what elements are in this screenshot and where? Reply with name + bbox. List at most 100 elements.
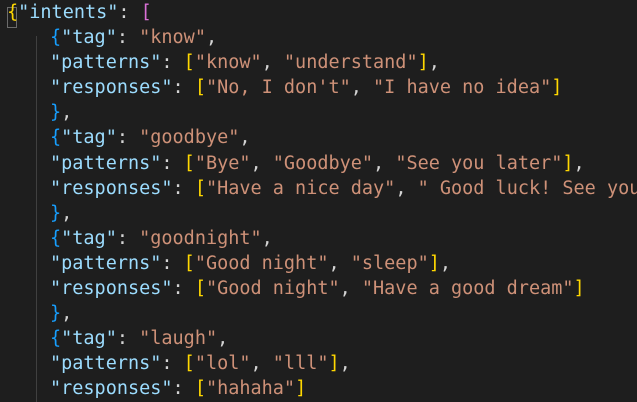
code-token: : (161, 353, 184, 375)
code-token: : (116, 227, 140, 249)
code-token: ] (417, 52, 429, 74)
code-line[interactable]: "responses": ["Have a nice day", " Good … (0, 176, 637, 201)
code-token: : (172, 278, 195, 300)
code-token: : (116, 127, 140, 149)
code-line[interactable]: "patterns": ["Good night", "sleep"], (0, 251, 637, 276)
code-line-text: "patterns": ["know", "understand"], (50, 50, 440, 75)
code-line[interactable]: {"tag": "goodbye", (0, 125, 637, 150)
code-token: "tag" (61, 27, 117, 49)
code-token: ] (551, 77, 563, 99)
code-token: : (116, 27, 140, 49)
code-token: : (116, 328, 140, 350)
code-token: "goodnight" (139, 227, 262, 249)
code-line[interactable]: {"tag": "laugh", (0, 326, 637, 351)
code-token: { (50, 127, 62, 149)
code-token: , (61, 102, 73, 124)
code-line-text: }, (50, 100, 72, 125)
code-line[interactable]: "patterns": ["know", "understand"], (0, 50, 637, 75)
code-token: "understand" (283, 52, 418, 74)
code-lines: {"intents": [{"tag": "know", "patterns": … (0, 0, 637, 402)
code-token: "lol" (194, 353, 251, 375)
code-token: "tag" (61, 127, 117, 149)
code-token: [ (183, 152, 195, 174)
code-token: , (239, 127, 251, 149)
code-line-text: "responses": ["hahaha"] (50, 376, 306, 401)
code-token: "laugh" (139, 328, 218, 350)
code-token: [ (194, 177, 206, 199)
code-token: [ (194, 278, 206, 300)
code-token: "responses" (50, 77, 173, 99)
code-token: } (50, 202, 62, 224)
code-token: "tag" (61, 328, 117, 350)
code-token: "tag" (61, 227, 117, 249)
code-token: "Goodbye" (272, 152, 374, 174)
code-token: , (373, 152, 396, 174)
code-token: : (118, 2, 141, 23)
code-line[interactable]: {"intents": [ (0, 0, 637, 25)
code-line-text: "responses": ["Have a nice day", " Good … (50, 176, 637, 201)
code-token: } (50, 102, 62, 124)
code-token: , (250, 353, 273, 375)
code-token: [ (194, 77, 206, 99)
code-line-text: {"tag": "know", (50, 25, 217, 50)
code-token: , (261, 227, 273, 249)
code-token: , (339, 353, 351, 375)
code-token: "patterns" (50, 252, 162, 274)
code-token: { (50, 27, 62, 49)
code-token: , (573, 152, 585, 174)
code-token: { (7, 2, 19, 23)
code-line[interactable]: "patterns": ["lol", "lll"], (0, 351, 637, 376)
code-token: , (339, 278, 362, 300)
code-token: [ (140, 2, 152, 23)
code-line[interactable]: }, (0, 201, 637, 226)
code-token: "responses" (50, 278, 173, 300)
code-token: , (261, 52, 284, 74)
code-token: [ (183, 252, 195, 274)
code-token: } (50, 303, 62, 325)
code-line-text: }, (50, 201, 72, 226)
code-token: , (350, 77, 374, 99)
code-token: "Good night" (194, 252, 329, 274)
code-token: [ (183, 52, 195, 74)
code-token: "No, I don't" (205, 77, 351, 99)
code-token: "Have a good dream" (361, 278, 574, 300)
code-token: : (161, 52, 184, 74)
code-line-text: {"tag": "laugh", (50, 326, 228, 351)
code-token: , (61, 303, 73, 325)
code-token: "Good night" (205, 278, 340, 300)
code-token: : (172, 378, 195, 400)
code-token: "patterns" (50, 152, 162, 174)
code-token: ] (562, 152, 574, 174)
code-token: "patterns" (50, 52, 162, 74)
code-line[interactable]: {"tag": "goodnight", (0, 226, 637, 251)
code-token: ] (328, 353, 340, 375)
code-token: " Good luck! See you!" (417, 177, 637, 199)
code-line-text: "patterns": ["Good night", "sleep"], (50, 251, 451, 276)
code-token: : (161, 152, 184, 174)
code-line[interactable]: "responses": ["No, I don't", "I have no … (0, 75, 637, 100)
code-token: [ (194, 378, 206, 400)
code-line[interactable]: "responses": ["Good night", "Have a good… (0, 276, 637, 301)
code-line[interactable]: "responses": ["hahaha"] (0, 376, 637, 401)
code-token: "responses" (50, 177, 173, 199)
code-line-text: "responses": ["No, I don't", "I have no … (50, 75, 562, 100)
code-line-text: "responses": ["Good night", "Have a good… (50, 276, 585, 301)
code-token: "hahaha" (205, 378, 296, 400)
code-line[interactable]: "patterns": ["Bye", "Goodbye", "See you … (0, 151, 637, 176)
code-token: "responses" (50, 378, 173, 400)
code-line[interactable]: {"tag": "know", (0, 25, 637, 50)
code-token: "Have a nice day" (205, 177, 396, 199)
code-token: : (172, 77, 195, 99)
code-line[interactable]: }, (0, 100, 637, 125)
code-line-text: "patterns": ["Bye", "Goodbye", "See you … (50, 151, 585, 176)
code-line[interactable]: }, (0, 301, 637, 326)
code-editor[interactable]: {"intents": [{"tag": "know", "patterns": … (0, 0, 637, 402)
code-token: , (205, 27, 218, 49)
code-token: ] (573, 278, 585, 300)
code-line-text: {"intents": [ (7, 0, 152, 25)
code-token: "I have no idea" (373, 77, 552, 99)
code-token: "Bye" (194, 152, 251, 174)
code-token: , (328, 252, 351, 274)
code-token: "lll" (272, 353, 329, 375)
code-token: , (395, 177, 418, 199)
